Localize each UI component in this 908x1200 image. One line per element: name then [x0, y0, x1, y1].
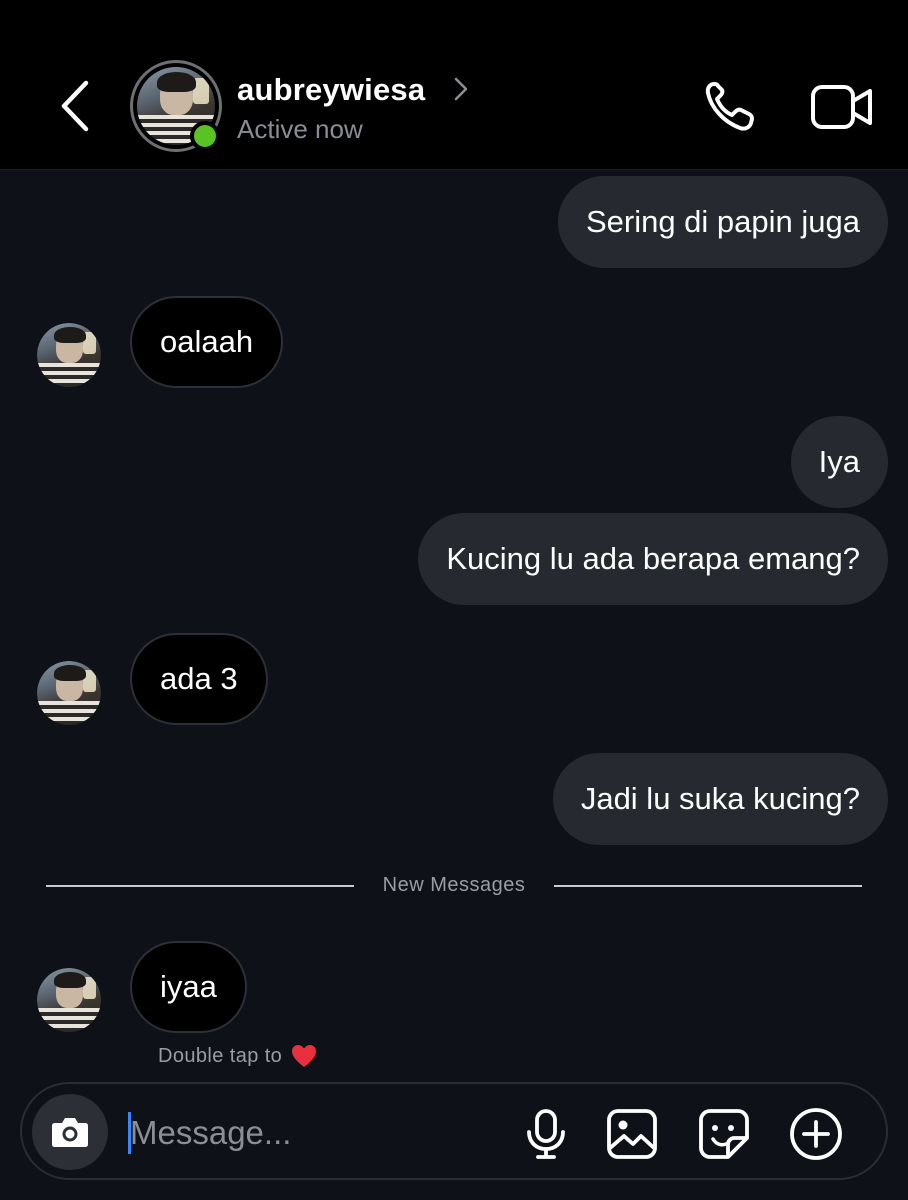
gallery-icon: [607, 1109, 657, 1159]
hint-text: Double tap to: [158, 1044, 283, 1067]
sender-avatar[interactable]: [37, 968, 101, 1032]
sticker-icon: [699, 1109, 749, 1159]
outgoing-message[interactable]: Sering di papin juga: [557, 176, 888, 268]
incoming-message[interactable]: ada 3: [130, 633, 268, 725]
outgoing-message[interactable]: Iya: [790, 416, 888, 508]
outgoing-message[interactable]: Kucing lu ada berapa emang?: [418, 513, 888, 605]
video-call-button[interactable]: [810, 82, 876, 132]
microphone-icon: [527, 1109, 565, 1159]
voice-message-button[interactable]: [518, 1106, 574, 1162]
message-input[interactable]: [130, 1106, 510, 1160]
active-status: Active now: [237, 114, 363, 144]
incoming-message[interactable]: iyaa: [130, 941, 247, 1033]
incoming-message[interactable]: oalaah: [130, 296, 284, 388]
gallery-button[interactable]: [604, 1106, 660, 1162]
message-composer: [20, 1082, 888, 1180]
back-button[interactable]: [50, 78, 100, 134]
avatar-image: [37, 323, 101, 387]
new-messages-divider: New Messages: [382, 874, 526, 896]
back-arrow-icon: [61, 80, 89, 132]
more-options-button[interactable]: [788, 1106, 844, 1162]
avatar-image: [37, 661, 101, 725]
online-status-dot: [190, 121, 220, 151]
divider-line-left: [46, 885, 354, 887]
chevron-right-icon[interactable]: [452, 76, 470, 102]
username[interactable]: aubreywiesa: [237, 72, 425, 108]
audio-call-button[interactable]: [700, 78, 764, 136]
sender-avatar[interactable]: [37, 661, 101, 725]
heart-icon: [292, 1045, 317, 1067]
double-tap-hint: Double tap to: [158, 1043, 318, 1069]
camera-button[interactable]: [32, 1094, 108, 1170]
phone-icon: [705, 82, 754, 131]
sticker-button[interactable]: [696, 1106, 752, 1162]
sender-avatar[interactable]: [37, 323, 101, 387]
video-camera-icon: [811, 85, 872, 129]
chat-header: aubreywiesa Active now: [0, 0, 908, 170]
camera-icon: [52, 1118, 88, 1147]
divider-line-right: [554, 885, 862, 887]
outgoing-message[interactable]: Jadi lu suka kucing?: [552, 753, 888, 845]
avatar-image: [37, 968, 101, 1032]
plus-icon: [790, 1108, 842, 1160]
